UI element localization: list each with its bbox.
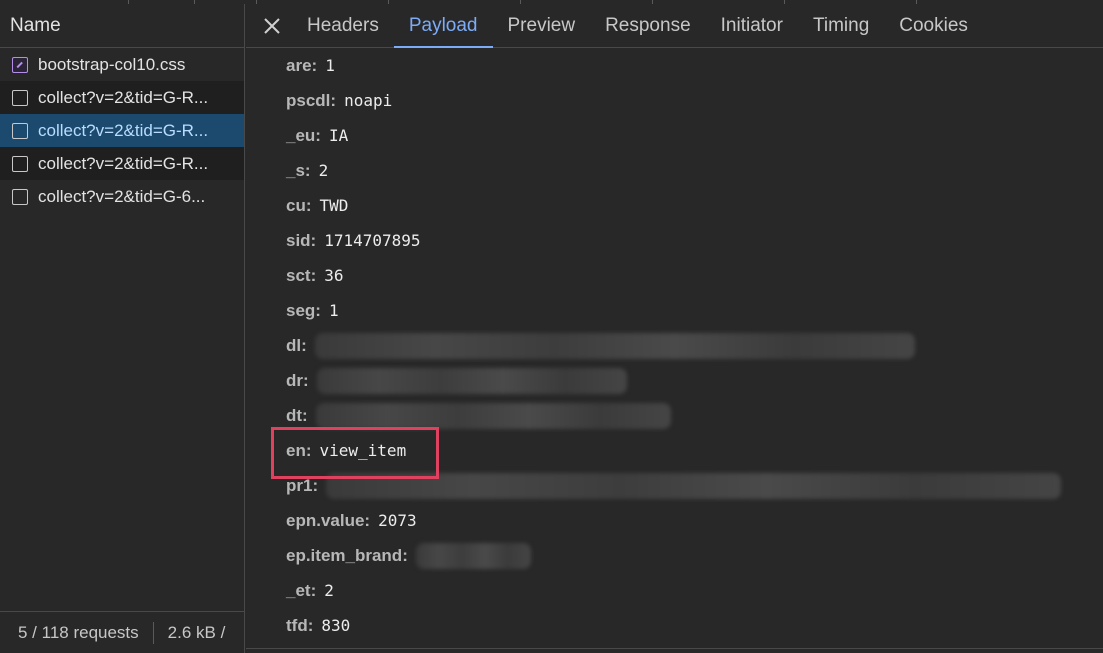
param-value: 2 <box>318 161 329 180</box>
request-label: collect?v=2&tid=G-R... <box>38 87 209 107</box>
param-row[interactable]: _et: 2 <box>286 573 1103 608</box>
name-column-label: Name <box>10 14 61 36</box>
payload-params: are: 1 pscdl: noapi _eu: IA _s: 2 cu: TWD sid… <box>286 48 1103 643</box>
param-value: IA <box>328 126 349 145</box>
param-key: _eu: <box>286 125 321 145</box>
tab-initiator[interactable]: Initiator <box>706 4 798 48</box>
close-icon <box>264 17 280 34</box>
request-row[interactable]: collect?v=2&tid=G-R... <box>0 147 244 180</box>
param-row[interactable]: sct: 36 <box>286 258 1103 293</box>
tab-payload[interactable]: Payload <box>393 4 493 48</box>
param-key: tfd: <box>286 615 314 635</box>
param-key: epn.value: <box>286 510 371 530</box>
request-detail-panel: Headers Payload Preview Response Initiat… <box>246 4 1103 653</box>
param-key: seg: <box>286 300 321 320</box>
request-row-selected[interactable]: collect?v=2&tid=G-R... <box>0 114 244 147</box>
param-row[interactable]: _eu: IA <box>286 118 1103 153</box>
request-label: collect?v=2&tid=G-6... <box>38 186 206 206</box>
param-key: pscdl: <box>286 90 337 110</box>
tab-label: Payload <box>408 14 478 36</box>
redacted-value <box>314 332 915 359</box>
request-row[interactable]: collect?v=2&tid=G-R... <box>0 81 244 114</box>
param-key: ep.item_brand: <box>286 545 408 565</box>
param-row[interactable]: ep.item_brand: <box>286 538 1103 573</box>
param-row[interactable]: cu: TWD <box>286 188 1103 223</box>
param-row[interactable]: pscdl: noapi <box>286 83 1103 118</box>
checkbox-icon <box>12 155 28 172</box>
checkbox-icon <box>12 89 28 106</box>
param-value: 36 <box>324 266 344 285</box>
param-row[interactable]: _s: 2 <box>286 153 1103 188</box>
transferred-size: 2.6 kB / <box>167 622 226 642</box>
param-value: 1714707895 <box>324 231 421 250</box>
tab-label: Preview <box>507 14 576 36</box>
param-value: 2 <box>324 581 334 600</box>
param-value: 2073 <box>378 511 417 530</box>
param-key: sid: <box>286 230 317 250</box>
param-row[interactable]: epn.value: 2073 <box>286 503 1103 538</box>
param-value: noapi <box>344 91 393 110</box>
param-value: 1 <box>325 56 335 75</box>
param-row[interactable]: dr: <box>286 363 1103 398</box>
param-key: dr: <box>286 370 309 390</box>
name-column-header[interactable]: Name <box>0 4 244 48</box>
tab-label: Initiator <box>720 14 783 36</box>
tab-response[interactable]: Response <box>590 4 706 48</box>
panel-bottom-border <box>246 648 1103 649</box>
tab-label: Cookies <box>899 14 968 36</box>
close-button[interactable] <box>252 4 292 48</box>
tab-cookies[interactable]: Cookies <box>884 4 983 48</box>
request-row[interactable]: collect?v=2&tid=G-6... <box>0 180 244 213</box>
param-key: _s: <box>286 160 311 180</box>
param-row[interactable]: are: 1 <box>286 48 1103 83</box>
status-divider <box>152 621 154 644</box>
param-row[interactable]: dl: <box>286 328 1103 363</box>
request-row[interactable]: bootstrap-col10.css <box>0 48 244 81</box>
request-label: collect?v=2&tid=G-R... <box>38 153 209 173</box>
redacted-value <box>315 402 671 429</box>
param-value: 1 <box>328 301 339 320</box>
param-row[interactable]: sid: 1714707895 <box>286 223 1103 258</box>
redacted-value <box>316 367 627 394</box>
param-value: TWD <box>319 196 349 215</box>
tab-timing[interactable]: Timing <box>798 4 884 48</box>
status-bar: 5 / 118 requests 2.6 kB / <box>0 611 245 653</box>
tab-label: Response <box>605 14 691 36</box>
tab-headers[interactable]: Headers <box>292 4 394 48</box>
param-key: _et: <box>286 580 317 600</box>
redacted-value <box>415 542 531 569</box>
checkbox-icon <box>12 188 28 205</box>
param-value: 830 <box>321 616 351 635</box>
tab-label: Headers <box>307 14 379 36</box>
css-file-icon <box>12 56 28 73</box>
request-count: 5 / 118 requests <box>18 622 139 642</box>
param-key: dt: <box>286 405 308 425</box>
param-key: cu: <box>286 195 312 215</box>
detail-tab-bar: Headers Payload Preview Response Initiat… <box>246 4 1103 48</box>
param-key: are: <box>286 55 318 75</box>
request-label: bootstrap-col10.css <box>38 54 186 74</box>
request-list-panel: Name bootstrap-col10.css collect?v=2&tid… <box>0 4 245 653</box>
highlight-annotation-box <box>271 427 439 479</box>
param-row[interactable]: seg: 1 <box>286 293 1103 328</box>
checkbox-icon <box>12 122 28 139</box>
tab-preview[interactable]: Preview <box>493 4 591 48</box>
request-label: collect?v=2&tid=G-R... <box>38 120 209 140</box>
param-row[interactable]: tfd: 830 <box>286 608 1103 643</box>
param-key: sct: <box>286 265 317 285</box>
tab-label: Timing <box>812 14 870 36</box>
param-key: dl: <box>286 335 307 355</box>
